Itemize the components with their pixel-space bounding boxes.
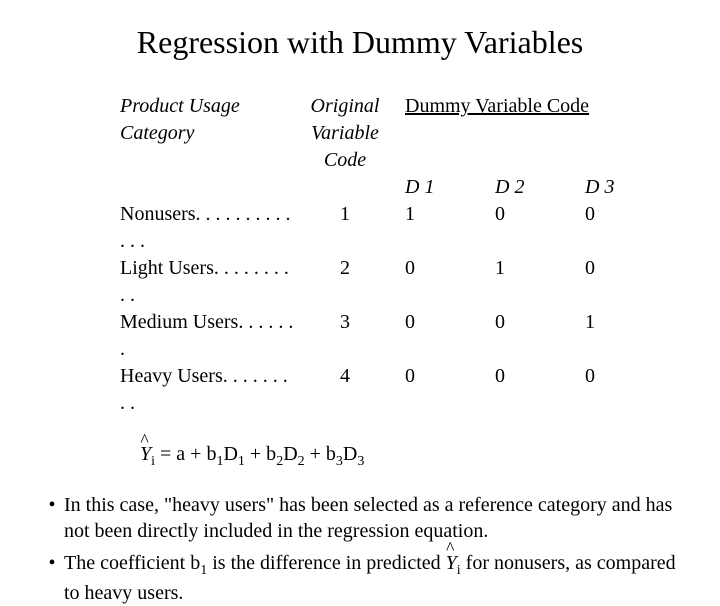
header-d1: D 1	[395, 174, 485, 201]
cell-d2: 0	[485, 363, 575, 417]
bullet-icon: •	[40, 550, 64, 606]
header-dummy-span: Dummy Variable Code	[395, 93, 665, 174]
bullet-text: In this case, "heavy users" has been sel…	[64, 492, 680, 544]
bullet-item: • In this case, "heavy users" has been s…	[40, 492, 680, 544]
hat-icon: ^	[446, 537, 454, 560]
dummy-coding-table: Product Usage Category Original Variable…	[120, 93, 720, 417]
table-row: Nonusers. . . . . . . . . . . . . 1 1 0 …	[120, 201, 720, 255]
header-original: Original Variable Code	[295, 93, 395, 174]
cell-d1: 0	[395, 255, 485, 309]
bullet-list: • In this case, "heavy users" has been s…	[40, 492, 680, 606]
slide-title: Regression with Dummy Variables	[0, 0, 720, 61]
cell-d3: 0	[575, 201, 665, 255]
hat-icon: ^	[140, 430, 148, 451]
cell-d3: 0	[575, 255, 665, 309]
header-d2: D 2	[485, 174, 575, 201]
cell-d2: 0	[485, 201, 575, 255]
cell-d3: 1	[575, 309, 665, 363]
cell-category: Heavy Users. . . . . . . . .	[120, 363, 295, 417]
y-hat-symbol: ^Y	[140, 443, 151, 466]
cell-d1: 1	[395, 201, 485, 255]
table-row: Light Users. . . . . . . . . . 2 0 1 0	[120, 255, 720, 309]
regression-equation: ^Y i = a + b1D1 + b2D2 + b3D3	[140, 443, 720, 470]
bullet-text: The coefficient b1 is the difference in …	[64, 550, 680, 606]
cell-original: 1	[295, 201, 395, 255]
cell-d3: 0	[575, 363, 665, 417]
header-d3: D 3	[575, 174, 665, 201]
table-row: Heavy Users. . . . . . . . . 4 0 0 0	[120, 363, 720, 417]
bullet-item: • The coefficient b1 is the difference i…	[40, 550, 680, 606]
table-row: Medium Users. . . . . . . 3 0 0 1	[120, 309, 720, 363]
cell-category: Light Users. . . . . . . . . .	[120, 255, 295, 309]
cell-category: Nonusers. . . . . . . . . . . . .	[120, 201, 295, 255]
cell-original: 2	[295, 255, 395, 309]
cell-category: Medium Users. . . . . . .	[120, 309, 295, 363]
bullet-icon: •	[40, 492, 64, 544]
cell-d2: 0	[485, 309, 575, 363]
cell-original: 4	[295, 363, 395, 417]
header-category: Product Usage Category	[120, 93, 295, 174]
cell-d1: 0	[395, 309, 485, 363]
cell-original: 3	[295, 309, 395, 363]
cell-d2: 1	[485, 255, 575, 309]
y-hat-symbol: ^Y	[446, 550, 457, 576]
cell-d1: 0	[395, 363, 485, 417]
